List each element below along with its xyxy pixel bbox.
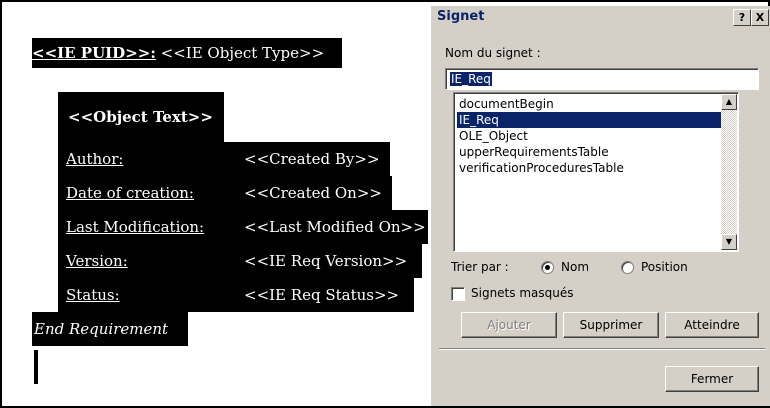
last-modification-row: Last Modification: <<Last Modified On>> (58, 210, 428, 244)
object-text-line: <<Object Text>> (58, 92, 224, 148)
scroll-down-icon[interactable]: ▼ (721, 234, 737, 250)
dialog-title: Signet (437, 9, 485, 24)
close-button[interactable]: Fermer (665, 366, 759, 392)
document-area: <<IE PUID>>: <<IE Object Type>> <<Object… (2, 2, 428, 404)
list-scrollbar[interactable]: ▲ ▼ (721, 94, 737, 250)
hidden-bookmarks-label[interactable]: Signets masqués (471, 286, 573, 300)
sort-by-name-label[interactable]: Nom (561, 260, 589, 274)
list-item[interactable]: upperRequirementsTable (457, 144, 721, 160)
scroll-up-icon[interactable]: ▲ (721, 94, 737, 110)
status-row: Status: <<IE Req Status>> (58, 278, 414, 312)
end-requirement-text: End Requirement (34, 320, 169, 338)
list-item[interactable]: documentBegin (457, 96, 721, 112)
bookmark-dialog: Signet ? X Nom du signet : IE_Req docume… (430, 6, 770, 406)
sort-by-name-radio[interactable] (541, 261, 554, 274)
status-label: Status: (66, 286, 120, 304)
status-value[interactable]: <<IE Req Status>> (244, 278, 399, 312)
help-button[interactable]: ? (733, 9, 751, 26)
dialog-separator (439, 348, 765, 350)
header-line: <<IE PUID>>: <<IE Object Type>> (32, 38, 342, 68)
sort-by-position-label[interactable]: Position (641, 260, 688, 274)
dialog-titlebar[interactable]: Signet ? X (431, 6, 770, 28)
text-cursor (34, 350, 38, 384)
close-icon[interactable]: X (751, 9, 769, 26)
last-modification-label: Last Modification: (66, 218, 205, 236)
author-value[interactable]: <<Created By>> (244, 142, 380, 176)
last-modification-value[interactable]: <<Last Modified On>> (244, 210, 426, 244)
date-creation-row: Date of creation: <<Created On>> (58, 176, 392, 210)
sort-by-position-radio[interactable] (621, 261, 634, 274)
bookmark-name-label: Nom du signet : (445, 46, 541, 60)
bookmark-name-value: IE_Req (450, 72, 492, 86)
list-item-selected[interactable]: IE_Req (457, 112, 721, 128)
sort-label: Trier par : (451, 260, 509, 274)
version-label: Version: (66, 252, 128, 270)
bookmark-name-input[interactable]: IE_Req (445, 68, 759, 90)
ie-puid-field[interactable]: <<IE PUID>>: (32, 44, 156, 62)
list-item[interactable]: verificationProceduresTable (457, 160, 721, 176)
ie-object-type-field[interactable]: <<IE Object Type>> (156, 44, 325, 62)
end-requirement-line: End Requirement (32, 312, 188, 346)
delete-button[interactable]: Supprimer (563, 312, 659, 338)
list-item[interactable]: OLE_Object (457, 128, 721, 144)
bookmark-list[interactable]: documentBegin IE_Req OLE_Object upperReq… (453, 92, 739, 252)
date-creation-label: Date of creation: (66, 184, 194, 202)
add-button[interactable]: Ajouter (461, 312, 557, 338)
goto-button[interactable]: Atteindre (665, 312, 759, 338)
version-value[interactable]: <<IE Req Version>> (244, 244, 407, 278)
object-text-field[interactable]: <<Object Text>> (68, 108, 213, 126)
version-row: Version: <<IE Req Version>> (58, 244, 422, 278)
hidden-bookmarks-checkbox[interactable] (451, 287, 465, 301)
author-label: Author: (66, 150, 124, 168)
date-creation-value[interactable]: <<Created On>> (244, 176, 382, 210)
author-row: Author: <<Created By>> (58, 142, 390, 176)
